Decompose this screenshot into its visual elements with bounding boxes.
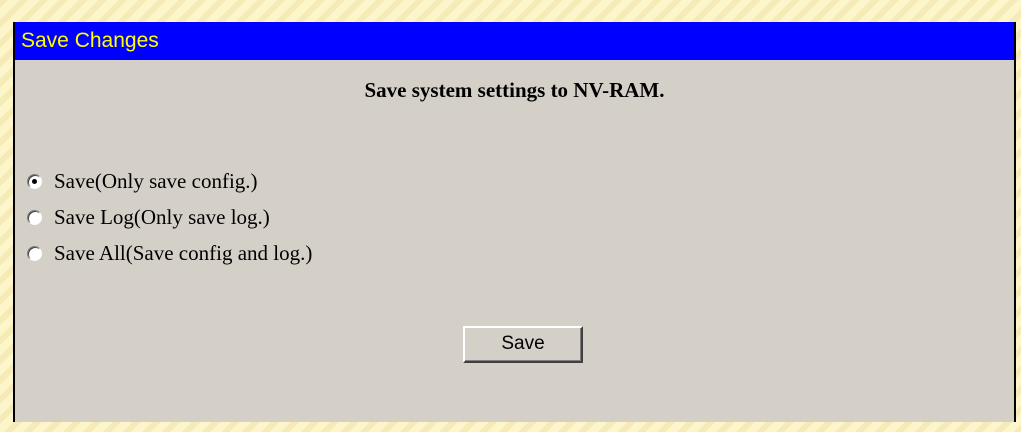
option-label: Save(Only save config.) (54, 168, 258, 193)
save-changes-panel: Save Changes Save system settings to NV-… (13, 22, 1016, 422)
option-label: Save All(Save config and log.) (54, 240, 313, 265)
section-heading: Save system settings to NV-RAM. (364, 78, 665, 102)
radio-save-log[interactable] (27, 209, 42, 225)
save-options-group: Save(Only save config.) Save Log(Only sa… (27, 163, 312, 271)
option-save-config[interactable]: Save(Only save config.) (27, 163, 312, 199)
panel-title: Save Changes (15, 22, 1014, 60)
save-button[interactable]: Save (463, 326, 583, 363)
option-save-all[interactable]: Save All(Save config and log.) (27, 235, 312, 271)
radio-save-config[interactable] (27, 173, 42, 189)
option-label: Save Log(Only save log.) (54, 204, 270, 229)
option-save-log[interactable]: Save Log(Only save log.) (27, 199, 312, 235)
radio-save-all[interactable] (27, 245, 42, 261)
